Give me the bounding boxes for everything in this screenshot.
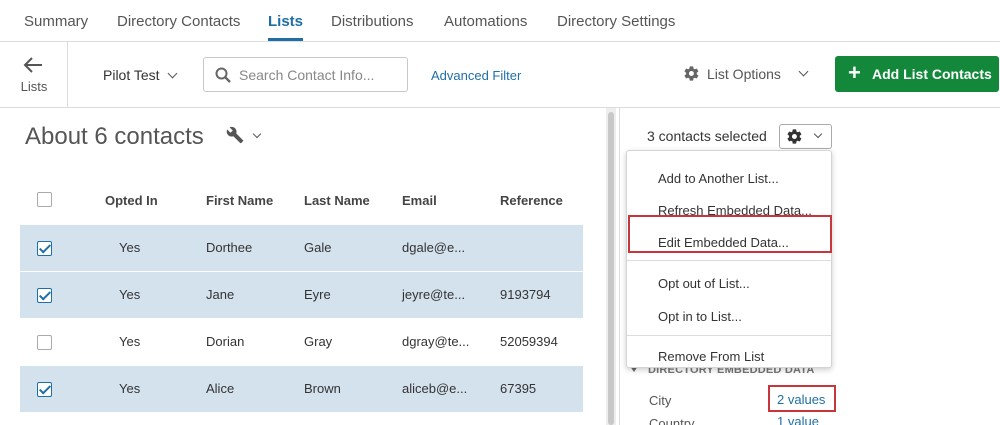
chevron-down-icon [813,129,823,139]
embedded-field-name: City [649,393,672,408]
select-all-checkbox[interactable] [37,192,52,207]
cell-first-name: Dorthee [206,240,253,255]
cell-last-name: Gray [304,334,333,349]
cell-email: dgale@e... [402,240,466,255]
search-box[interactable] [203,57,408,92]
highlight-box [768,385,836,412]
menu-item-remove-from-list[interactable]: Remove From List [658,349,764,364]
tab-summary[interactable]: Summary [24,13,88,30]
search-input[interactable] [239,65,401,85]
main-area: About 6 contacts Opted In First Name Las… [0,108,1000,425]
row-checkbox[interactable] [37,288,52,303]
contacts-pane: About 6 contacts Opted In First Name Las… [0,108,604,425]
column-header-reference[interactable]: Reference [500,193,563,208]
arrow-left-icon [23,57,42,73]
add-list-contacts-label: Add List Contacts [872,66,992,82]
selected-count: 3 contacts selected [647,128,767,144]
cell-opted-in: Yes [119,334,141,349]
table-row[interactable]: Yes Jane Eyre jeyre@te... 9193794 [20,272,583,318]
cell-first-name: Dorian [206,334,245,349]
menu-divider [627,260,831,261]
cell-email: jeyre@te... [402,287,466,302]
back-to-lists-button[interactable]: Lists [0,42,68,107]
plus-icon: + [848,60,861,85]
cell-reference: 52059394 [500,334,558,349]
tab-lists[interactable]: Lists [268,13,304,41]
column-header-first-name[interactable]: First Name [206,193,273,208]
add-list-contacts-button[interactable]: + Add List Contacts [835,56,999,92]
selection-actions-button[interactable] [779,124,832,149]
embedded-field-value-link[interactable]: 1 value [777,414,819,425]
row-checkbox[interactable] [37,382,52,397]
table-header: Opted In First Name Last Name Email Refe… [20,186,583,218]
row-checkbox[interactable] [37,241,52,256]
table-row[interactable]: Yes Alice Brown aliceb@e... 67395 [20,366,583,412]
contact-count: About 6 contacts [25,123,204,150]
wrench-icon[interactable] [226,126,244,144]
chevron-down-icon [798,66,809,77]
top-nav: Summary Directory Contacts Lists Distrib… [0,0,1000,42]
cell-reference: 67395 [500,381,537,396]
table-row[interactable]: Yes Dorian Gray dgray@te... 52059394 [20,319,583,365]
cell-email: aliceb@e... [402,381,468,396]
column-header-last-name[interactable]: Last Name [304,193,370,208]
list-selector[interactable]: Pilot Test [103,67,177,83]
tab-automations[interactable]: Automations [444,13,527,30]
list-options-label: List Options [707,66,781,82]
cell-last-name: Eyre [304,287,331,302]
tab-directory-settings[interactable]: Directory Settings [557,13,675,30]
tab-distributions[interactable]: Distributions [331,13,414,30]
gear-icon [787,129,802,144]
embedded-field-name: Country [649,416,695,425]
gear-icon [684,66,699,81]
column-header-email[interactable]: Email [402,193,437,208]
cell-first-name: Jane [206,287,235,302]
row-checkbox[interactable] [37,335,52,350]
selection-actions-menu: Add to Another List... Refresh Embedded … [626,150,832,368]
toolbar: Lists Pilot Test Advanced Filter List Op… [0,42,1000,108]
menu-item-opt-in-to-list[interactable]: Opt in to List... [658,309,742,324]
cell-last-name: Gale [304,240,332,255]
column-header-opted-in[interactable]: Opted In [105,193,158,208]
cell-last-name: Brown [304,381,341,396]
cell-opted-in: Yes [119,287,141,302]
table-row[interactable]: Yes Dorthee Gale dgale@e... [20,225,583,271]
back-label: Lists [20,79,48,94]
cell-email: dgray@te... [402,334,470,349]
cell-opted-in: Yes [119,240,141,255]
scrollbar[interactable] [606,108,616,425]
list-name: Pilot Test [103,67,160,83]
chevron-down-icon [167,68,177,79]
pane-divider [619,108,620,425]
search-icon [215,67,231,83]
menu-item-add-to-another-list[interactable]: Add to Another List... [658,171,779,186]
cell-first-name: Alice [206,381,235,396]
menu-item-opt-out-of-list[interactable]: Opt out of List... [658,276,750,291]
highlight-box [628,215,832,253]
chevron-down-icon[interactable] [252,129,262,139]
tab-directory-contacts[interactable]: Directory Contacts [117,13,240,30]
cell-opted-in: Yes [119,381,141,396]
scrollbar-thumb[interactable] [608,112,614,425]
menu-divider [627,335,831,336]
cell-reference: 9193794 [500,287,551,302]
advanced-filter-link[interactable]: Advanced Filter [431,68,521,83]
